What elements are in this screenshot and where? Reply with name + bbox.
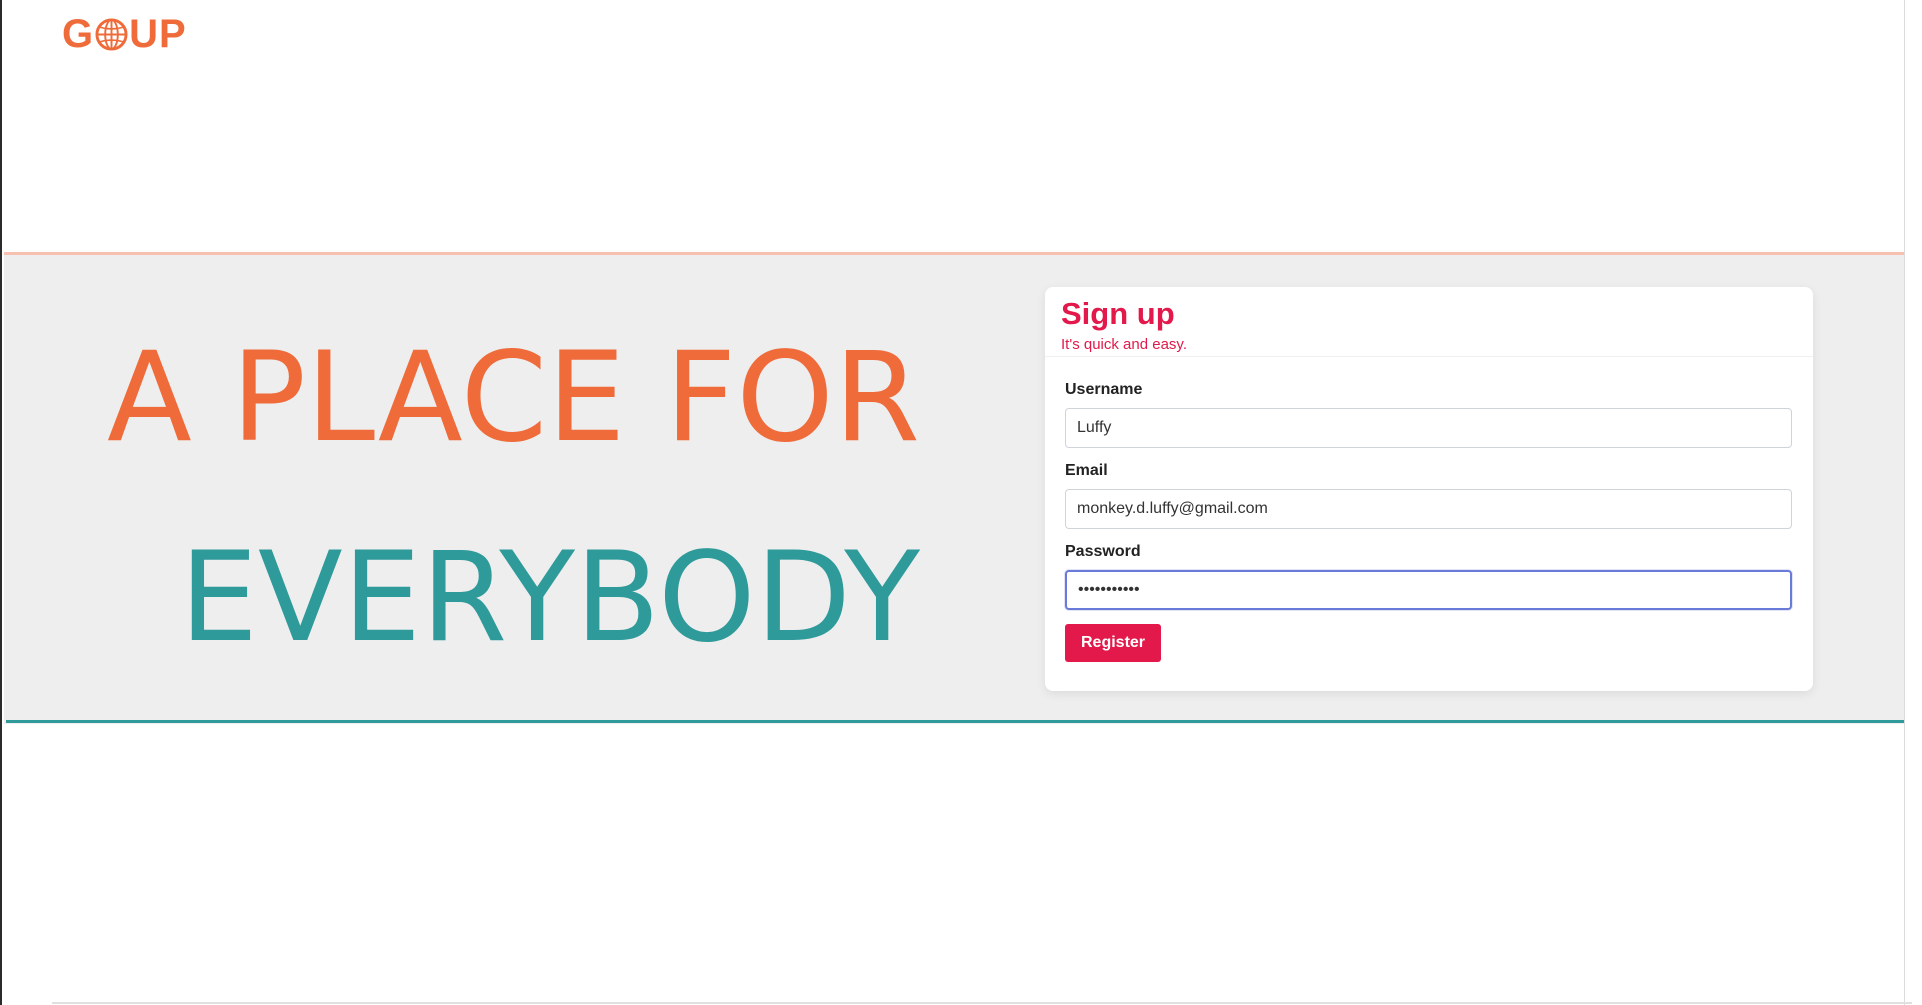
hero-band-bottom-border [6, 720, 1907, 723]
username-label: Username [1065, 381, 1143, 398]
logo-letters-up: UP [129, 12, 187, 56]
signup-subtitle: It's quick and easy. [1061, 336, 1187, 354]
email-label: Email [1065, 462, 1108, 479]
username-input[interactable] [1065, 408, 1792, 448]
signup-form: Username Email Password Register [1045, 381, 1813, 662]
page: G UP A PLACE FOR EVERYBODY Sign up It's … [0, 0, 1922, 1005]
password-input[interactable] [1065, 570, 1792, 610]
site-logo[interactable]: G UP [62, 14, 187, 54]
email-input[interactable] [1065, 489, 1792, 529]
signup-card: Sign up It's quick and easy. Username Em… [1045, 287, 1813, 691]
signup-card-header: Sign up It's quick and easy. [1045, 287, 1813, 357]
signup-title: Sign up [1061, 296, 1175, 331]
hero-line-1: A PLACE FOR [106, 326, 920, 470]
register-button[interactable]: Register [1065, 624, 1162, 662]
logo-letter-g: G [62, 12, 95, 56]
password-label: Password [1065, 543, 1141, 560]
bottom-divider [52, 1002, 1912, 1004]
globe-icon [95, 17, 128, 51]
vertical-scrollbar[interactable] [1904, 0, 1922, 1005]
hero-line-2: EVERYBODY [179, 526, 920, 670]
